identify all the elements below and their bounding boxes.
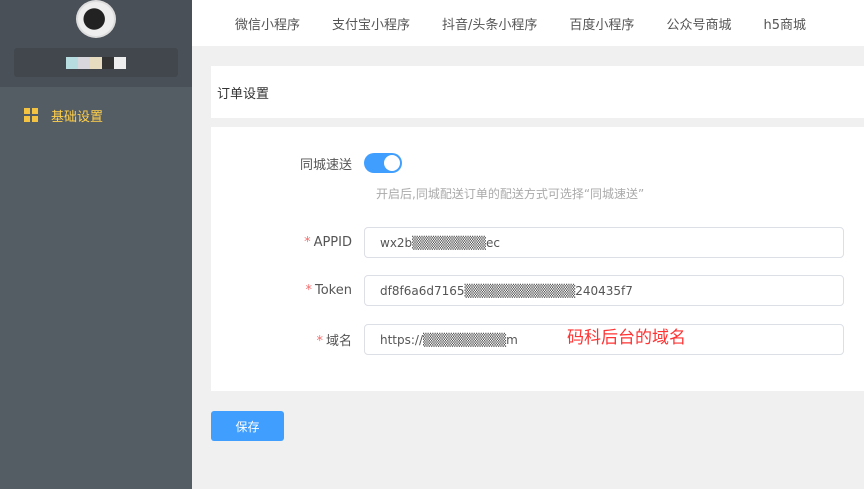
token-input[interactable]: df8f6a6d7165▒▒▒▒▒▒▒▒▒▒▒▒240435f7 (364, 275, 844, 306)
sidebar-header (0, 0, 192, 87)
tab-h5[interactable]: h5商城 (763, 14, 806, 33)
same-city-hint: 开启后,同城配送订单的配送方式可选择“同城速送” (376, 187, 645, 201)
sidebar-item-basic-settings[interactable]: 基础设置 (0, 102, 192, 128)
settings-form: 同城速送 开启后,同城配送订单的配送方式可选择“同城速送” * APPID wx2… (211, 127, 864, 391)
top-tabs: 微信小程序 支付宝小程序 抖音/头条小程序 百度小程序 公众号商城 h5商城 (192, 0, 864, 46)
domain-label: 域名 (325, 334, 352, 349)
grid-icon (24, 108, 38, 122)
required-mark: * (304, 235, 311, 250)
required-mark: * (316, 334, 323, 349)
appid-label: APPID (313, 235, 352, 250)
card-title: 订单设置 (211, 66, 864, 118)
username-blurred (14, 48, 178, 77)
sidebar-item-label: 基础设置 (51, 109, 104, 125)
sidebar: 基础设置 (0, 0, 192, 489)
required-mark: * (305, 283, 313, 298)
appid-input[interactable]: wx2b▒▒▒▒▒▒▒▒ec (364, 227, 844, 258)
tab-official-account[interactable]: 公众号商城 (666, 14, 731, 33)
tab-baidu[interactable]: 百度小程序 (569, 14, 634, 33)
domain-annotation: 码科后台的域名 (567, 328, 686, 348)
same-city-label: 同城速送 (299, 157, 352, 173)
avatar[interactable] (76, 0, 116, 38)
save-button[interactable]: 保存 (211, 411, 284, 441)
tab-wechat[interactable]: 微信小程序 (235, 14, 300, 33)
tab-alipay[interactable]: 支付宝小程序 (332, 14, 410, 33)
same-city-toggle[interactable] (364, 153, 402, 173)
tab-douyin[interactable]: 抖音/头条小程序 (442, 14, 537, 33)
token-label: Token (315, 283, 352, 298)
